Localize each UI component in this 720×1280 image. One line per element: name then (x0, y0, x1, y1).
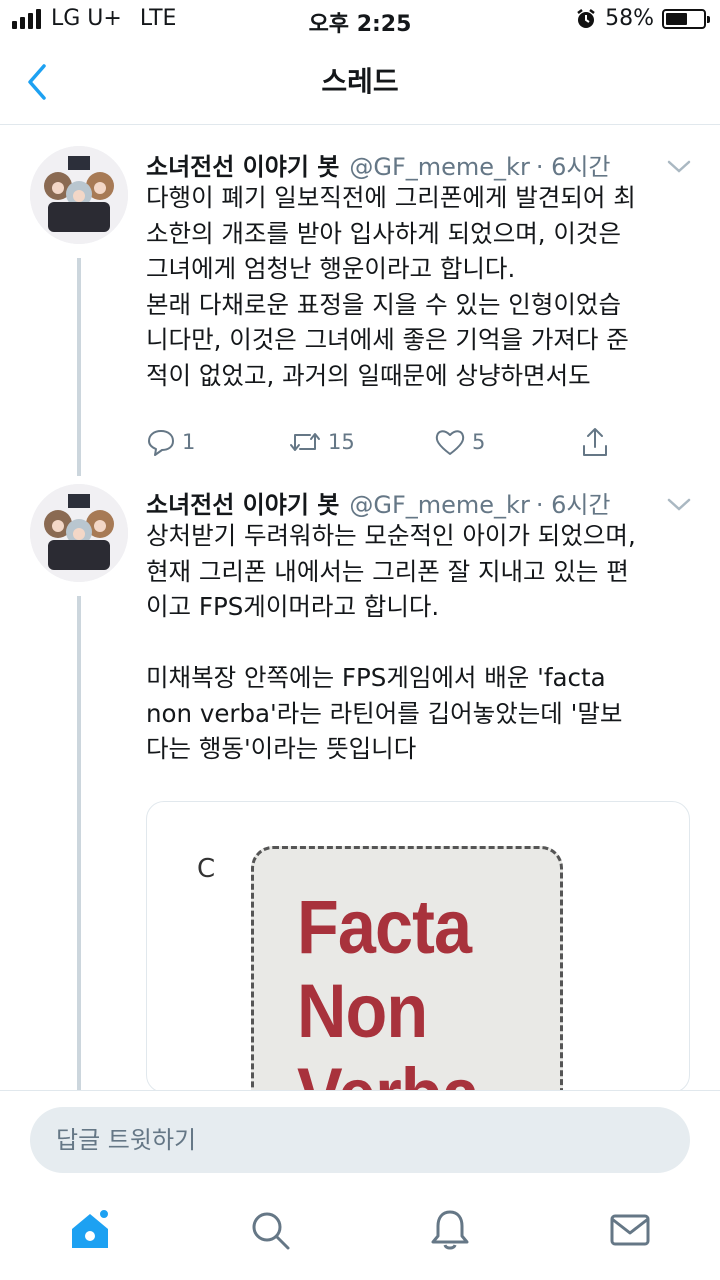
tab-bar (0, 1190, 720, 1280)
like-count: 5 (472, 430, 486, 454)
media-word: Verba (297, 1052, 480, 1092)
tweet-text: 다행이 폐기 일보직전에 그리폰에게 발견되어 최 소한의 개조를 받아 입사하… (146, 183, 636, 390)
media-word: Facta (297, 885, 472, 970)
display-name[interactable]: 소녀전선 이야기 봇 (146, 153, 339, 181)
alarm-icon (577, 8, 595, 28)
like-button[interactable]: 5 (434, 427, 580, 457)
reply-input[interactable]: 답글 트윗하기 (30, 1107, 690, 1173)
tweet-header: 소녀전선 이야기 봇 @GF_meme_kr · 6시간 (146, 485, 611, 520)
tweet-text: 상처받기 두려워하는 모순적인 아이가 되었으며, 현재 그리폰 내에서는 그리… (146, 521, 636, 763)
share-icon (583, 428, 607, 456)
reply-composer: 답글 트윗하기 (0, 1090, 720, 1191)
retweet-icon (290, 433, 320, 451)
tweet-time: · 6시간 (535, 153, 611, 181)
heart-icon (435, 430, 465, 455)
user-handle[interactable]: @GF_meme_kr (349, 153, 529, 181)
retweet-button[interactable]: 15 (288, 427, 434, 457)
chevron-down-icon[interactable] (666, 156, 692, 176)
retweet-count: 15 (328, 430, 355, 454)
page-title: 스레드 (321, 65, 399, 98)
thread-line (77, 258, 81, 476)
tweet-header: 소녀전선 이야기 봇 @GF_meme_kr · 6시간 (146, 147, 611, 182)
notifications-icon[interactable] (428, 1208, 472, 1252)
media-word: Non (297, 969, 428, 1054)
avatar[interactable] (30, 146, 128, 244)
display-name[interactable]: 소녀전선 이야기 봇 (146, 491, 339, 519)
tweet-actions: 1 15 5 (146, 422, 626, 462)
thread-line (77, 596, 81, 1090)
tweet-time: · 6시간 (535, 491, 611, 519)
tweet-media[interactable]: C Facta Non Verba (146, 801, 690, 1093)
reply-button[interactable]: 1 (146, 427, 288, 457)
avatar[interactable] (30, 484, 128, 582)
home-icon[interactable] (68, 1208, 112, 1252)
status-bar: LG U+ LTE 오후 2:25 58% (0, 0, 720, 40)
navigation-header: 스레드 (0, 40, 720, 125)
battery-percent: 58% (605, 6, 654, 31)
media-caption-letter: C (197, 854, 216, 884)
search-icon[interactable] (248, 1208, 292, 1252)
reply-count: 1 (182, 430, 196, 454)
chevron-down-icon[interactable] (666, 494, 692, 514)
user-handle[interactable]: @GF_meme_kr (349, 491, 529, 519)
reply-icon (148, 430, 174, 456)
battery-icon (662, 8, 710, 29)
share-button[interactable] (580, 426, 610, 458)
messages-icon[interactable] (608, 1208, 652, 1252)
